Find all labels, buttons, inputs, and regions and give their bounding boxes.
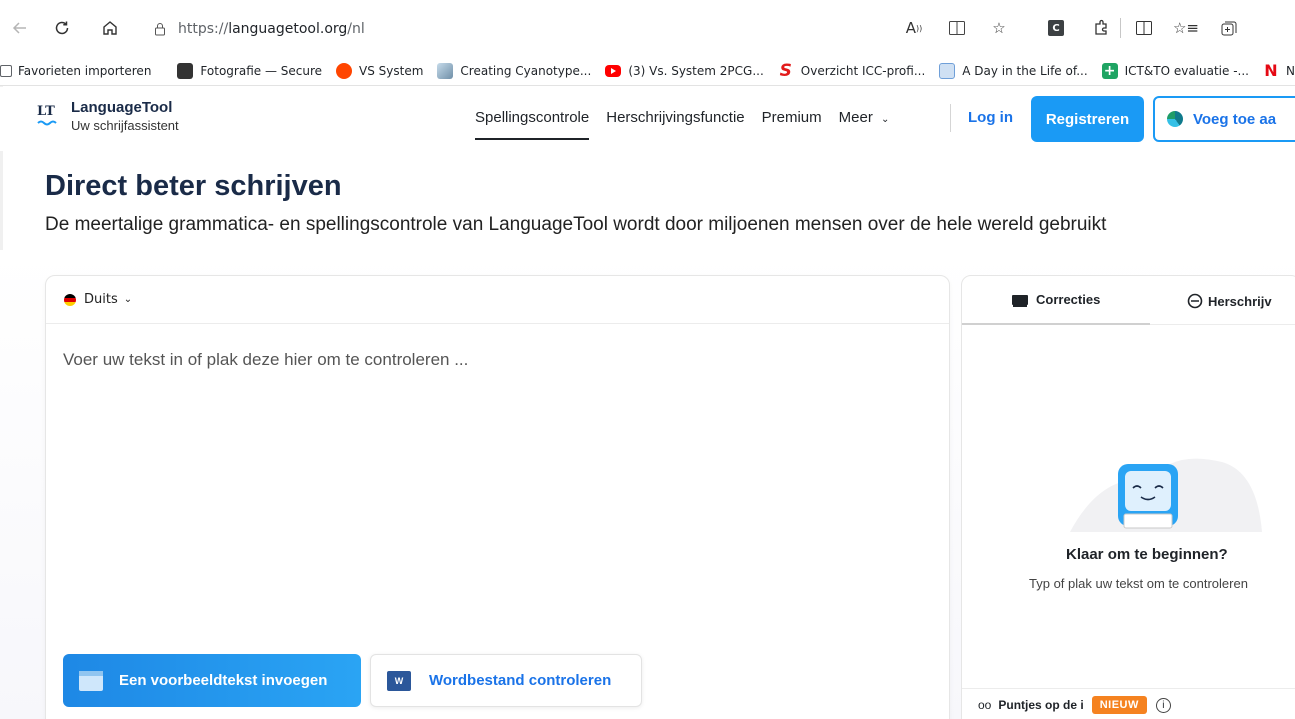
bookmarks-bar: Favorieten importeren Fotografie — Secur… xyxy=(0,56,1295,86)
bookmark-icc[interactable]: S Overzicht ICC-profi... xyxy=(778,60,926,81)
s-logo-icon: S xyxy=(779,60,792,81)
extensions-icon[interactable] xyxy=(1087,14,1115,42)
immersive-reader-icon[interactable] xyxy=(943,14,971,42)
address-bar[interactable]: https://languagetool.org/nl xyxy=(140,12,900,45)
dots-on-i-label: Puntjes op de i xyxy=(998,698,1084,712)
split-screen-icon[interactable] xyxy=(1130,14,1158,42)
bookmark-label: Creating Cyanotype... xyxy=(460,63,592,78)
login-link[interactable]: Log in xyxy=(968,109,1013,126)
register-button[interactable]: Registreren xyxy=(1031,96,1144,142)
add-to-edge-label: Voeg toe aa xyxy=(1193,110,1277,128)
logo[interactable]: LT LanguageTool Uw schrijfassistent xyxy=(37,99,179,135)
chevron-down-icon: ⌄ xyxy=(881,114,890,125)
nav-herschrijvingsfunctie[interactable]: Herschrijvingsfunctie xyxy=(606,109,744,141)
refresh-icon[interactable] xyxy=(48,14,76,42)
lt-logo-icon: LT xyxy=(37,105,61,135)
nav-meer[interactable]: Meer ⌄ xyxy=(839,109,890,141)
german-flag-icon xyxy=(64,293,76,306)
read-aloud-icon[interactable]: A)) xyxy=(900,14,928,42)
ready-title: Klaar om te beginnen? xyxy=(1066,546,1228,563)
page-subtitle: De meertalige grammatica- en spellingsco… xyxy=(45,214,1107,235)
side-panel: Correcties Herschrijv Klaar om te beginn… xyxy=(961,275,1295,719)
cube-icon xyxy=(177,62,194,79)
bookmark-label: A Day in the Life of... xyxy=(962,63,1088,78)
bookmark-fotografie[interactable]: Fotografie — Secure xyxy=(177,62,323,79)
plus-icon: + xyxy=(1101,62,1118,79)
back-icon[interactable] xyxy=(6,14,34,42)
url-path: /nl xyxy=(347,20,365,37)
bookmark-day-in-life[interactable]: A Day in the Life of... xyxy=(939,62,1088,79)
youtube-icon xyxy=(605,64,622,77)
insert-sample-label: Een voorbeeldtekst invoegen xyxy=(119,672,328,689)
nav-premium[interactable]: Premium xyxy=(762,109,822,141)
text-input[interactable]: Voer uw tekst in of plak deze hier om te… xyxy=(63,350,468,370)
mascot-illustration-icon xyxy=(1070,458,1262,532)
logo-title: LanguageTool xyxy=(71,99,173,116)
dots-on-i-feature[interactable]: oo Puntjes op de i NIEUW i xyxy=(978,696,1171,714)
image-icon xyxy=(437,62,454,79)
logo-subtitle: Uw schrijfassistent xyxy=(71,118,179,133)
netflix-icon: N xyxy=(1264,61,1278,80)
nav-meer-label: Meer xyxy=(838,109,873,126)
bookmark-cyanotype[interactable]: Creating Cyanotype... xyxy=(437,62,592,79)
edge-icon xyxy=(1167,111,1183,127)
lock-icon xyxy=(154,22,166,36)
language-label: Duits xyxy=(84,292,118,307)
page-title: Direct beter schrijven xyxy=(45,170,342,202)
bookmark-label: N xyxy=(1285,63,1295,78)
tab-correcties[interactable]: Correcties xyxy=(1012,292,1100,307)
bookmark-label: Fotografie — Secure xyxy=(200,63,323,78)
bookmark-label: Overzicht ICC-profi... xyxy=(800,63,926,78)
add-to-edge-button[interactable]: Voeg toe aa xyxy=(1153,96,1295,142)
bookmark-label: Favorieten importeren xyxy=(18,63,152,78)
browser-toolbar: https://languagetool.org/nl A)) ☆ C ☆≡ xyxy=(0,0,1295,56)
nav-spellingscontrole[interactable]: Spellingscontrole xyxy=(475,109,590,141)
bookmark-youtube[interactable]: (3) Vs. System 2PCG... xyxy=(605,63,764,78)
bookmark-label: (3) Vs. System 2PCG... xyxy=(628,63,764,78)
tab-herschrijven-label: Herschrijv xyxy=(1208,293,1272,309)
ready-subtitle: Typ of plak uw tekst om te controleren xyxy=(1029,576,1248,591)
check-word-file-button[interactable]: W Wordbestand controleren xyxy=(370,654,642,707)
bookmark-import-favorites[interactable]: Favorieten importeren xyxy=(0,64,151,78)
url-prefix: https:// xyxy=(178,20,229,37)
check-word-label: Wordbestand controleren xyxy=(429,672,612,689)
favorite-star-icon[interactable]: ☆ xyxy=(985,14,1013,42)
tab-herschrijven[interactable]: Herschrijv xyxy=(1186,292,1272,310)
new-badge: NIEUW xyxy=(1091,696,1147,714)
favorites-list-icon[interactable]: ☆≡ xyxy=(1172,14,1200,42)
home-icon[interactable] xyxy=(96,14,124,42)
document-icon xyxy=(939,62,956,79)
main-nav: Spellingscontrole Herschrijvingsfunctie … xyxy=(475,109,906,141)
bookmark-label: VS System xyxy=(359,63,424,78)
bookmark-vs-system[interactable]: VS System xyxy=(336,62,424,79)
bookmark-label: ICT&TO evaluatie -... xyxy=(1124,63,1249,78)
bookmark-netflix[interactable]: N N xyxy=(1263,61,1295,80)
editor-card: Duits ⌄ Voer uw tekst in of plak deze hi… xyxy=(45,275,950,719)
tab-correcties-label: Correcties xyxy=(1036,292,1101,307)
word-icon: W xyxy=(387,670,411,691)
import-icon xyxy=(0,64,12,77)
url-host: languagetool.org xyxy=(228,20,348,37)
rewrite-icon xyxy=(1186,292,1204,310)
insert-sample-text-button[interactable]: Een voorbeeldtekst invoegen xyxy=(63,654,361,707)
collections-icon[interactable] xyxy=(1215,14,1243,42)
chevron-down-icon: ⌄ xyxy=(123,294,133,305)
glasses-icon: oo xyxy=(978,698,992,712)
bookmark-ictto[interactable]: + ICT&TO evaluatie -... xyxy=(1101,62,1249,79)
document-icon xyxy=(79,670,103,691)
info-icon[interactable]: i xyxy=(1155,697,1171,713)
laptop-icon xyxy=(1012,294,1028,305)
language-selector[interactable]: Duits ⌄ xyxy=(64,292,132,307)
reddit-icon xyxy=(336,62,353,79)
extension-c-icon[interactable]: C xyxy=(1042,14,1070,42)
